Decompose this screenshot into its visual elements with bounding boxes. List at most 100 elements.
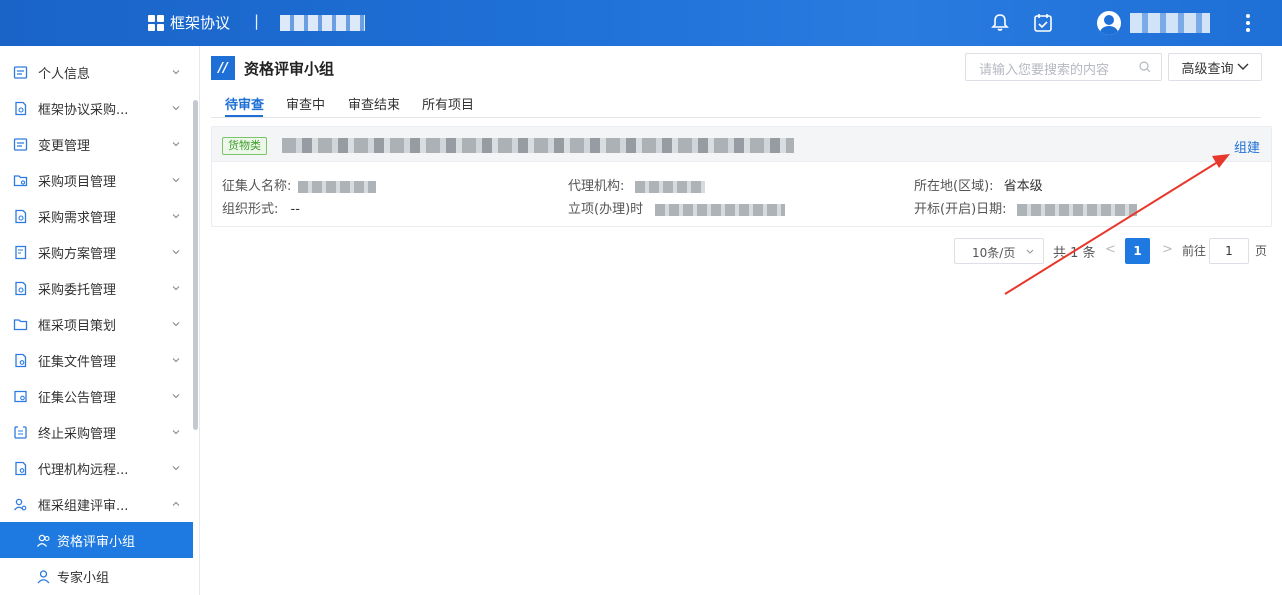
id-card-icon [13, 137, 28, 152]
sidebar-item[interactable]: 框架协议采购... [0, 90, 199, 126]
top-bar: 框架协议 | [0, 0, 1282, 46]
goto-page-input[interactable]: 1 [1209, 238, 1249, 264]
sidebar-item[interactable]: 征集文件管理 [0, 342, 199, 378]
chevron-down-icon [172, 322, 180, 327]
sidebar-item[interactable]: 代理机构远程... [0, 450, 199, 486]
search-icon[interactable] [1139, 61, 1151, 73]
sidebar-item-label: 框采组建评审... [38, 498, 129, 514]
page-size-value: 10条/页 [972, 246, 1016, 260]
folder-icon [13, 317, 28, 332]
chevron-down-icon [172, 142, 180, 147]
bell-icon[interactable] [989, 12, 1011, 34]
collector-value-redacted [297, 180, 376, 193]
goto-label: 前往 [1182, 244, 1207, 258]
chevron-down-icon [172, 466, 180, 471]
sidebar-item[interactable]: 变更管理 [0, 126, 199, 162]
org-form-label: 组织形式: [222, 202, 279, 217]
sidebar-item-label: 采购项目管理 [38, 174, 117, 190]
build-link[interactable]: 组建 [1234, 137, 1260, 156]
sidebar-item[interactable]: 采购需求管理 [0, 198, 199, 234]
user-name-redacted[interactable] [1130, 13, 1210, 33]
user-icon [36, 569, 51, 584]
agency-value-redacted [634, 180, 705, 193]
grid-logo-icon [148, 14, 164, 31]
tab-finished[interactable]: 审查结束 [348, 94, 400, 113]
chevron-up-icon [172, 501, 180, 506]
chevron-down-icon [172, 106, 180, 111]
current-page-button[interactable]: 1 [1125, 238, 1150, 264]
open-date-label: 开标(开启)日期: [914, 202, 1007, 217]
users-icon [36, 533, 51, 548]
sidebar-item-label: 框架协议采购... [38, 102, 129, 118]
org-form-field: 组织形式: -- [222, 198, 300, 217]
sidebar-item[interactable]: 征集公告管理 [0, 378, 199, 414]
page-title-icon: // [211, 56, 235, 80]
user-group-icon [13, 497, 28, 512]
page-header: // 资格评审小组 [211, 56, 334, 80]
chevron-down-icon [172, 214, 180, 219]
project-time-value-redacted [655, 203, 786, 216]
app-brand[interactable]: 框架协议 [148, 12, 230, 33]
sidebar-item[interactable]: 采购委托管理 [0, 270, 199, 306]
folder-gear-icon [13, 173, 28, 188]
project-title-redacted[interactable] [282, 138, 794, 153]
chevron-down-icon [172, 286, 180, 291]
advanced-query-label: 高级查询 [1181, 61, 1234, 77]
sidebar-item-label: 征集公告管理 [38, 390, 117, 406]
chevron-down-icon [172, 178, 180, 183]
sidebar-scrollbar[interactable] [193, 100, 198, 430]
tab-pending[interactable]: 待审查 [225, 94, 264, 113]
sidebar-item-label: 采购委托管理 [38, 282, 117, 298]
tab-reviewing[interactable]: 审查中 [286, 94, 325, 113]
status-tabs: 待审查 审查中 审查结束 所有项目 [211, 90, 1261, 118]
advanced-query-button[interactable]: 高级查询 [1168, 53, 1262, 81]
id-card-icon [13, 65, 28, 80]
sidebar-item-label: 采购方案管理 [38, 246, 117, 262]
document-gear-icon [13, 353, 28, 368]
subsystem-name-redacted [280, 15, 365, 31]
sidebar-item[interactable]: 采购项目管理 [0, 162, 199, 198]
sidebar-item-label: 代理机构远程... [38, 462, 129, 478]
collector-field: 征集人名称: [222, 175, 376, 194]
sidebar-item[interactable]: 框采组建评审... [0, 486, 199, 522]
category-tag: 货物类 [222, 137, 267, 155]
sidebar-item-label: 变更管理 [38, 138, 91, 154]
chevron-down-icon [172, 394, 180, 399]
sidebar-item[interactable]: 框采项目策划 [0, 306, 199, 342]
chevron-down-icon [172, 70, 180, 75]
project-card-header: 货物类 组建 [212, 127, 1271, 162]
tab-all[interactable]: 所有项目 [422, 94, 474, 113]
page-size-select[interactable]: 10条/页 [954, 238, 1044, 264]
user-avatar-icon[interactable] [1097, 11, 1121, 35]
page-suffix: 页 [1255, 244, 1268, 258]
sidebar-item-label: 框采项目策划 [38, 318, 117, 334]
active-tab-indicator [225, 115, 263, 117]
sidebar-item[interactable]: 终止采购管理 [0, 414, 199, 450]
document-edit-icon [13, 245, 28, 260]
document-search-icon [13, 101, 28, 116]
total-count: 共 1 条 [1053, 246, 1096, 261]
project-time-label: 立项(办理)时 [568, 202, 644, 217]
sidebar-subitem[interactable]: 专家小组 [0, 558, 199, 594]
prev-page-button[interactable]: < [1105, 242, 1116, 257]
document-search-icon [13, 209, 28, 224]
chevron-down-icon [1026, 249, 1034, 254]
search-input[interactable]: 请输入您要搜索的内容 [965, 53, 1162, 81]
chevron-down-icon [172, 250, 180, 255]
sidebar-item-label: 个人信息 [38, 66, 91, 82]
next-page-button[interactable]: > [1162, 242, 1173, 257]
sidebar-item[interactable]: 采购方案管理 [0, 234, 199, 270]
more-vertical-icon[interactable] [1242, 12, 1254, 34]
sidebar-subitem[interactable]: 资格评审小组 [0, 522, 193, 558]
sidebar-item[interactable]: 个人信息 [0, 54, 199, 90]
project-card: 货物类 组建 征集人名称: 代理机构: 所在地(区域): 省本级 组织形式: -… [211, 126, 1272, 227]
document-gear-icon [13, 461, 28, 476]
stop-doc-icon [13, 425, 28, 440]
pagination: 10条/页 共 1 条 < 1 > 前往 1 页 [211, 238, 1272, 264]
app-title: 框架协议 [170, 14, 231, 32]
chevron-down-icon [172, 358, 180, 363]
title-separator: | [254, 12, 260, 30]
region-label: 所在地(区域): [914, 179, 994, 194]
calendar-check-icon[interactable] [1032, 12, 1054, 34]
sidebar-item-label: 终止采购管理 [38, 426, 117, 442]
